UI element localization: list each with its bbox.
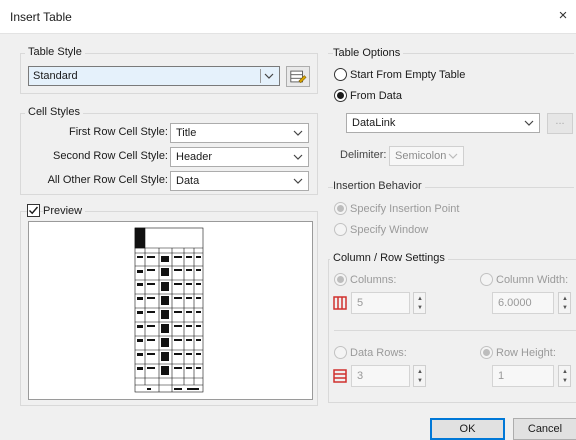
- first-row-style-value: Title: [176, 127, 197, 139]
- start-empty-radio[interactable]: [334, 68, 347, 81]
- table-options-group-label: Table Options: [333, 47, 404, 59]
- columns-stepper[interactable]: ▲ ▼: [413, 292, 426, 314]
- other-rows-style-label: All Other Row Cell Style:: [47, 174, 168, 186]
- down-arrow-icon: ▼: [562, 378, 568, 384]
- data-rows-label: Data Rows:: [350, 347, 407, 359]
- preview-checkbox[interactable]: [27, 204, 40, 217]
- cell-styles-group-label: Cell Styles: [25, 106, 83, 118]
- row-height-radio[interactable]: [480, 346, 493, 359]
- up-arrow-icon: ▲: [562, 296, 568, 302]
- delimiter-select[interactable]: Semicolon: [389, 146, 464, 166]
- columns-radio[interactable]: [334, 273, 347, 286]
- preview-label: Preview: [43, 205, 86, 217]
- datalink-value: DataLink: [352, 117, 396, 129]
- chevron-down-icon: [293, 130, 303, 136]
- down-arrow-icon: ▼: [417, 305, 423, 311]
- down-arrow-icon: ▼: [562, 305, 568, 311]
- ok-button[interactable]: OK: [430, 418, 505, 440]
- specify-point-radio[interactable]: [334, 202, 347, 215]
- columns-input[interactable]: 5: [351, 292, 410, 314]
- up-arrow-icon: ▲: [417, 296, 423, 302]
- title-bar: Insert Table ×: [0, 0, 576, 34]
- up-arrow-icon: ▲: [417, 369, 423, 375]
- other-rows-style-value: Data: [176, 175, 200, 187]
- data-rows-stepper[interactable]: ▲ ▼: [413, 365, 426, 387]
- specify-window-radio[interactable]: [334, 223, 347, 236]
- column-width-value: 6.0000: [498, 297, 532, 309]
- combo-separator: [260, 69, 261, 83]
- row-height-input[interactable]: 1: [492, 365, 554, 387]
- up-arrow-icon: ▲: [562, 369, 568, 375]
- table-style-group-label: Table Style: [25, 46, 85, 58]
- table-style-dialog-button[interactable]: [286, 66, 310, 87]
- delimiter-value: Semicolon: [395, 150, 447, 162]
- data-rows-radio[interactable]: [334, 346, 347, 359]
- column-width-stepper[interactable]: ▲ ▼: [558, 292, 571, 314]
- columns-label: Columns:: [350, 274, 397, 286]
- second-row-style-label: Second Row Cell Style:: [53, 150, 168, 162]
- table-style-icon: [290, 70, 307, 84]
- other-rows-style-select[interactable]: Data: [170, 171, 309, 191]
- row-height-label: Row Height:: [496, 347, 556, 359]
- table-preview-image: [134, 227, 204, 393]
- table-style-select[interactable]: Standard: [28, 66, 280, 86]
- chevron-down-icon: [524, 120, 534, 126]
- chevron-down-icon: [293, 154, 303, 160]
- column-width-input[interactable]: 6.0000: [492, 292, 554, 314]
- col-row-group-label: Column / Row Settings: [330, 252, 448, 264]
- datalink-select[interactable]: DataLink: [346, 113, 540, 133]
- down-arrow-icon: ▼: [417, 378, 423, 384]
- columns-value: 5: [357, 297, 364, 309]
- specify-window-label: Specify Window: [350, 224, 429, 236]
- close-icon[interactable]: ×: [556, 8, 570, 24]
- start-empty-label: Start From Empty Table: [350, 69, 466, 81]
- col-row-divider: [334, 330, 576, 331]
- specify-point-label: Specify Insertion Point: [350, 203, 460, 215]
- rows-icon: [333, 369, 347, 383]
- second-row-style-value: Header: [176, 151, 213, 163]
- table-style-value: Standard: [33, 70, 78, 82]
- row-height-value: 1: [498, 370, 505, 382]
- cancel-button[interactable]: Cancel: [513, 418, 576, 440]
- first-row-style-select[interactable]: Title: [170, 123, 309, 143]
- column-width-radio[interactable]: [480, 273, 493, 286]
- columns-icon: [333, 296, 347, 310]
- data-rows-value: 3: [357, 370, 364, 382]
- first-row-style-label: First Row Cell Style:: [68, 126, 168, 138]
- chevron-down-icon: [293, 178, 303, 184]
- second-row-style-select[interactable]: Header: [170, 147, 309, 167]
- from-data-radio[interactable]: [334, 89, 347, 102]
- chevron-down-icon: [264, 73, 274, 79]
- column-width-label: Column Width:: [496, 274, 569, 286]
- table-preview: [28, 221, 313, 400]
- dialog-title: Insert Table: [10, 10, 72, 24]
- delimiter-label: Delimiter:: [340, 149, 387, 161]
- check-icon: [29, 206, 39, 215]
- data-rows-input[interactable]: 3: [351, 365, 410, 387]
- datalink-browse-button[interactable]: ...: [547, 113, 573, 134]
- row-height-stepper[interactable]: ▲ ▼: [558, 365, 571, 387]
- from-data-label: From Data: [350, 90, 402, 102]
- insertion-group-label: Insertion Behavior: [333, 180, 425, 192]
- chevron-down-icon: [448, 153, 458, 159]
